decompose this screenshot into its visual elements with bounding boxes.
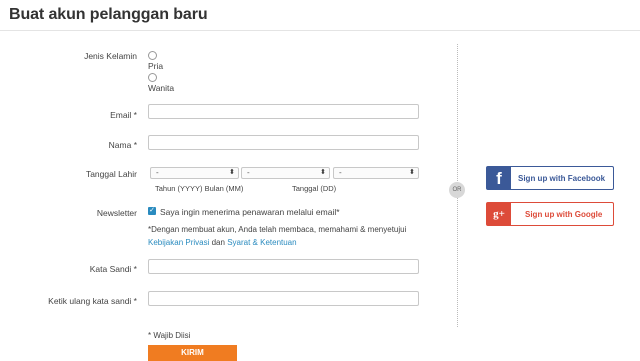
birthdate-label: Tanggal Lahir bbox=[85, 169, 137, 179]
newsletter-label: Newsletter bbox=[96, 208, 137, 218]
required-note: * Wajib Diisi bbox=[148, 331, 191, 340]
email-field[interactable] bbox=[148, 104, 419, 119]
page-header: Buat akun pelanggan baru bbox=[0, 0, 640, 31]
email-label: Email * bbox=[110, 110, 137, 120]
privacy-policy-link[interactable]: Kebijakan Privasi bbox=[148, 238, 209, 247]
facebook-icon: f bbox=[487, 167, 511, 189]
birth-day-select[interactable]: - ⬍ bbox=[333, 167, 419, 179]
select-arrows-icon: ⬍ bbox=[409, 169, 415, 176]
submit-button[interactable]: KIRIM bbox=[148, 345, 237, 361]
google-signup-label: Sign up with Google bbox=[525, 210, 603, 219]
facebook-signup-button[interactable]: f Sign up with Facebook bbox=[486, 166, 614, 190]
birth-day-value: - bbox=[339, 168, 342, 177]
gender-option-pria: Pria bbox=[148, 61, 164, 71]
gender-label: Jenis Kelamin bbox=[84, 51, 137, 61]
terms-conditions-link[interactable]: Syarat & Ketentuan bbox=[227, 238, 296, 247]
facebook-signup-label: Sign up with Facebook bbox=[518, 174, 606, 183]
google-plus-icon: g+ bbox=[487, 203, 511, 225]
terms-links: Kebijakan Privasi dan Syarat & Ketentuan bbox=[148, 238, 297, 247]
password-confirm-field[interactable] bbox=[148, 291, 419, 306]
birth-month-value: - bbox=[247, 168, 250, 177]
gender-radio-wanita[interactable] bbox=[148, 73, 157, 82]
password-confirm-label: Ketik ulang kata sandi * bbox=[48, 296, 137, 306]
select-arrows-icon: ⬍ bbox=[229, 169, 235, 176]
birth-year-month-hint: Tahun (YYYY) Bulan (MM) bbox=[155, 184, 244, 193]
password-label: Kata Sandi * bbox=[89, 264, 137, 274]
birth-day-hint: Tanggal (DD) bbox=[292, 184, 337, 193]
google-signup-button[interactable]: g+ Sign up with Google bbox=[486, 202, 614, 226]
terms-text: *Dengan membuat akun, Anda telah membaca… bbox=[148, 225, 407, 234]
gender-radio-pria[interactable] bbox=[148, 51, 157, 60]
password-field[interactable] bbox=[148, 259, 419, 274]
page-title: Buat akun pelanggan baru bbox=[9, 6, 208, 23]
newsletter-checkbox-label: Saya ingin menerima penawaran melalui em… bbox=[160, 207, 340, 217]
birth-year-value: - bbox=[156, 168, 159, 177]
name-field[interactable] bbox=[148, 135, 419, 150]
newsletter-checkbox[interactable]: ✓ bbox=[148, 207, 156, 215]
gender-option-wanita: Wanita bbox=[148, 83, 175, 93]
or-badge: OR bbox=[449, 182, 465, 198]
select-arrows-icon: ⬍ bbox=[320, 169, 326, 176]
birth-month-select[interactable]: - ⬍ bbox=[241, 167, 330, 179]
name-label: Nama * bbox=[108, 140, 137, 150]
terms-conjunction: dan bbox=[211, 238, 225, 247]
birth-year-select[interactable]: - ⬍ bbox=[150, 167, 239, 179]
